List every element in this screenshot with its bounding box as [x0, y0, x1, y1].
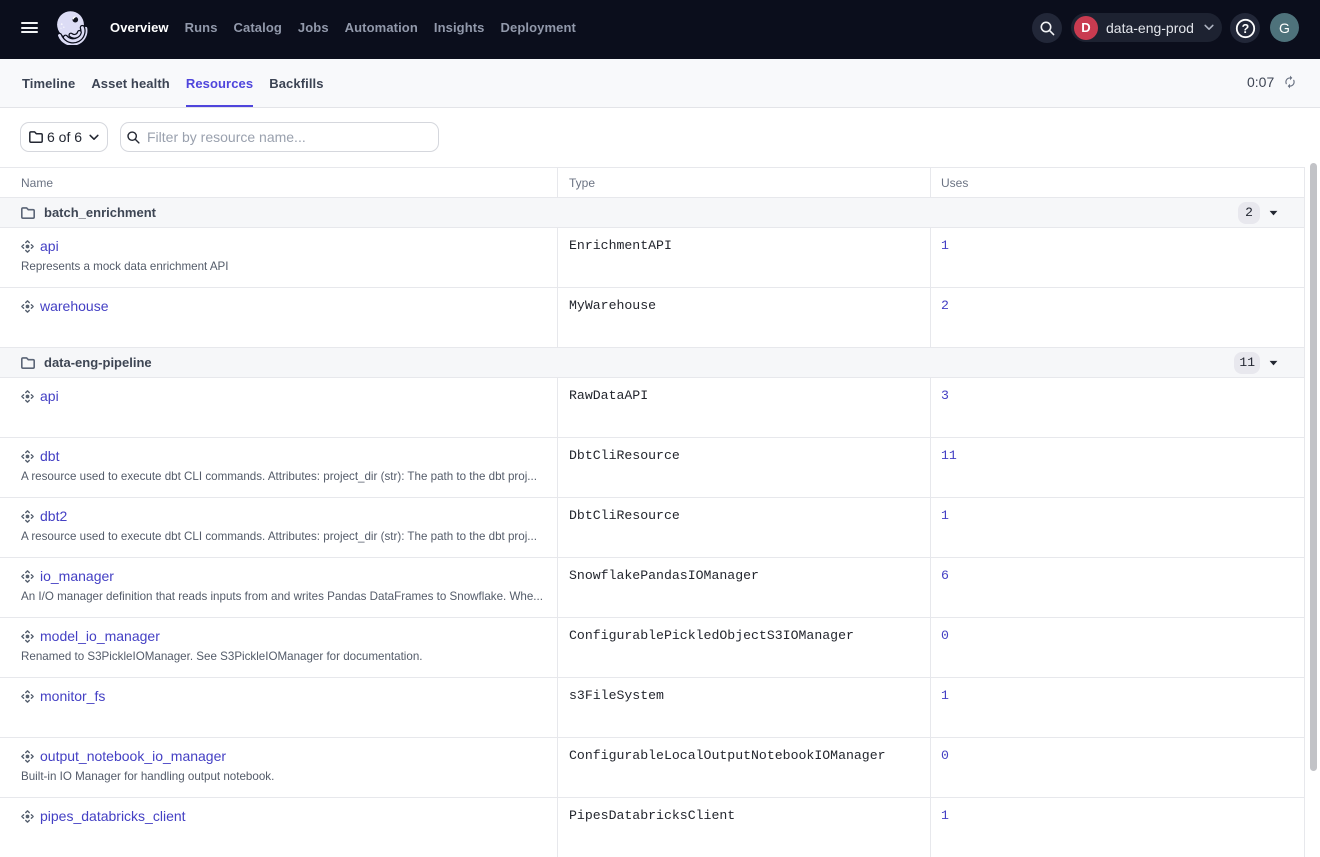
svg-text:?: ?: [1241, 22, 1249, 36]
